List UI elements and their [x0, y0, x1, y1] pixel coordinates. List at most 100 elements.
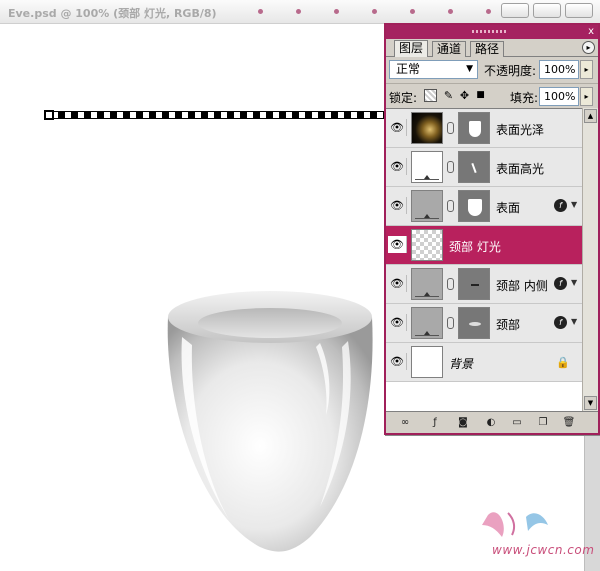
blend-mode-value: 正常 — [396, 62, 421, 76]
panel-grip[interactable] — [472, 30, 506, 33]
opacity-slider-button[interactable]: ▸ — [580, 60, 593, 79]
tab-layers[interactable]: 图层 — [394, 40, 429, 57]
vase-artwork — [167, 291, 373, 552]
blend-row: 正常 ▼ 不透明度: 100% ▸ — [386, 58, 598, 82]
minimize-button[interactable] — [501, 3, 529, 18]
layers-footer: ∞ ƒ ◙ ◐ ▭ ❐ 🗑 — [386, 411, 598, 433]
lock-label: 锁定: — [389, 91, 418, 105]
title-bar-dot — [410, 9, 415, 14]
link-icon[interactable] — [447, 278, 454, 290]
watermark-logo — [482, 512, 548, 537]
layer-row[interactable]: 👁 背景 🔒 — [386, 343, 582, 382]
layer-name[interactable]: 表面光泽 — [496, 121, 544, 138]
layer-mask-thumbnail[interactable] — [458, 190, 490, 222]
close-window-button[interactable] — [565, 3, 593, 18]
maximize-button[interactable] — [533, 3, 561, 18]
selection-handle[interactable] — [44, 110, 54, 120]
layers-list: 👁 表面光泽 👁 表面高光 👁 表面 f ▼ 👁 颈部 灯光 👁 颈部 内侧 f… — [386, 108, 582, 411]
layer-effects-icon[interactable]: f — [554, 199, 567, 212]
link-icon[interactable] — [447, 161, 454, 173]
layer-mask-thumbnail[interactable] — [458, 112, 490, 144]
link-icon[interactable] — [447, 200, 454, 212]
layer-name[interactable]: 颈部 内侧 — [496, 277, 548, 294]
layer-thumbnail — [411, 112, 443, 144]
title-bar-dot — [448, 9, 453, 14]
expand-effects-icon[interactable]: ▼ — [571, 200, 577, 209]
layers-panel: x 图层 通道 路径 ▸ 正常 ▼ 不透明度: 100% ▸ 锁定: ✎ ✥ ■… — [384, 23, 600, 435]
layer-mask-thumbnail[interactable] — [458, 307, 490, 339]
layer-effects-icon[interactable]: f — [554, 316, 567, 329]
layer-row[interactable]: 👁 颈部 灯光 — [386, 226, 582, 265]
link-layers-icon[interactable]: ∞ — [398, 416, 412, 429]
layer-row[interactable]: 👁 颈部 f ▼ — [386, 304, 582, 343]
layer-row[interactable]: 👁 表面光泽 — [386, 109, 582, 148]
layer-thumbnail — [411, 307, 443, 339]
link-icon[interactable] — [447, 122, 454, 134]
layer-effects-icon[interactable]: f — [554, 277, 567, 290]
layer-row[interactable]: 👁 颈部 内侧 f ▼ — [386, 265, 582, 304]
layer-mask-thumbnail[interactable] — [458, 151, 490, 183]
blend-mode-select[interactable]: 正常 ▼ — [389, 60, 478, 79]
fill-field[interactable]: 100% — [539, 87, 579, 106]
tab-paths[interactable]: 路径 — [470, 41, 505, 57]
fill-slider-button[interactable]: ▸ — [580, 87, 593, 106]
eye-icon[interactable]: 👁 — [388, 236, 407, 253]
adjustment-layer-icon[interactable]: ◐ — [484, 416, 498, 429]
layer-name[interactable]: 颈部 — [496, 316, 520, 333]
layer-thumbnail — [411, 151, 443, 183]
close-icon[interactable]: x — [588, 26, 594, 38]
layer-mask-thumbnail[interactable] — [458, 268, 490, 300]
layer-row[interactable]: 👁 表面高光 — [386, 148, 582, 187]
panel-title-bar[interactable]: x — [386, 25, 598, 39]
expand-effects-icon[interactable]: ▼ — [571, 278, 577, 287]
fill-label: 填充: — [510, 91, 539, 105]
lock-brush-icon[interactable]: ✎ — [442, 89, 455, 102]
panel-menu-icon[interactable]: ▸ — [582, 41, 595, 54]
scroll-down-icon[interactable]: ▼ — [584, 396, 597, 410]
delete-layer-icon[interactable]: 🗑 — [562, 416, 576, 429]
lock-move-icon[interactable]: ✥ — [458, 89, 471, 102]
eye-icon[interactable]: 👁 — [388, 197, 407, 214]
layer-thumbnail — [411, 268, 443, 300]
layer-row[interactable]: 👁 表面 f ▼ — [386, 187, 582, 226]
eye-icon[interactable]: 👁 — [388, 119, 407, 136]
opacity-label: 不透明度: — [484, 64, 537, 78]
layer-name[interactable]: 背景 — [449, 355, 473, 372]
title-bar-dot — [486, 9, 491, 14]
photoshop-workspace: { "document": { "title": "Eve.psd @ 100%… — [0, 0, 600, 571]
layer-style-icon[interactable]: ƒ — [428, 416, 442, 429]
layer-thumbnail — [411, 190, 443, 222]
layer-name[interactable]: 表面高光 — [496, 160, 544, 177]
eye-icon[interactable]: 👁 — [388, 275, 407, 292]
opacity-field[interactable]: 100% — [539, 60, 579, 79]
lock-transparency-icon[interactable] — [424, 89, 437, 102]
layers-scrollbar[interactable]: ▲ ▼ — [582, 108, 598, 411]
eye-icon[interactable]: 👁 — [388, 158, 407, 175]
document-title-bar[interactable]: Eve.psd @ 100% (颈部 灯光, RGB/8) — [0, 0, 600, 24]
title-bar-dot — [258, 9, 263, 14]
lock-row: 锁定: ✎ ✥ ■ 填充: 100% ▸ — [386, 83, 598, 107]
add-mask-icon[interactable]: ◙ — [456, 416, 470, 429]
link-icon[interactable] — [447, 317, 454, 329]
eye-icon[interactable]: 👁 — [388, 353, 407, 370]
eye-icon[interactable]: 👁 — [388, 314, 407, 331]
layer-name[interactable]: 表面 — [496, 199, 520, 216]
scroll-up-icon[interactable]: ▲ — [584, 109, 597, 123]
new-layer-icon[interactable]: ❐ — [536, 416, 550, 429]
title-bar-dot — [296, 9, 301, 14]
tab-channels[interactable]: 通道 — [432, 41, 467, 57]
title-bar-dot — [372, 9, 377, 14]
lock-all-icon[interactable]: ■ — [474, 89, 487, 102]
document-title: Eve.psd @ 100% (颈部 灯光, RGB/8) — [8, 7, 217, 20]
panel-tabs: 图层 通道 路径 ▸ — [386, 39, 598, 57]
layer-thumbnail — [411, 346, 443, 378]
selection-marquee — [44, 111, 386, 119]
layer-name[interactable]: 颈部 灯光 — [449, 238, 501, 255]
title-bar-dot — [334, 9, 339, 14]
layer-thumbnail — [411, 229, 443, 261]
watermark-text: www.jcwcn.com — [492, 543, 595, 557]
chevron-down-icon: ▼ — [466, 64, 473, 74]
expand-effects-icon[interactable]: ▼ — [571, 317, 577, 326]
lock-icon: 🔒 — [556, 356, 570, 369]
new-group-icon[interactable]: ▭ — [510, 416, 524, 429]
